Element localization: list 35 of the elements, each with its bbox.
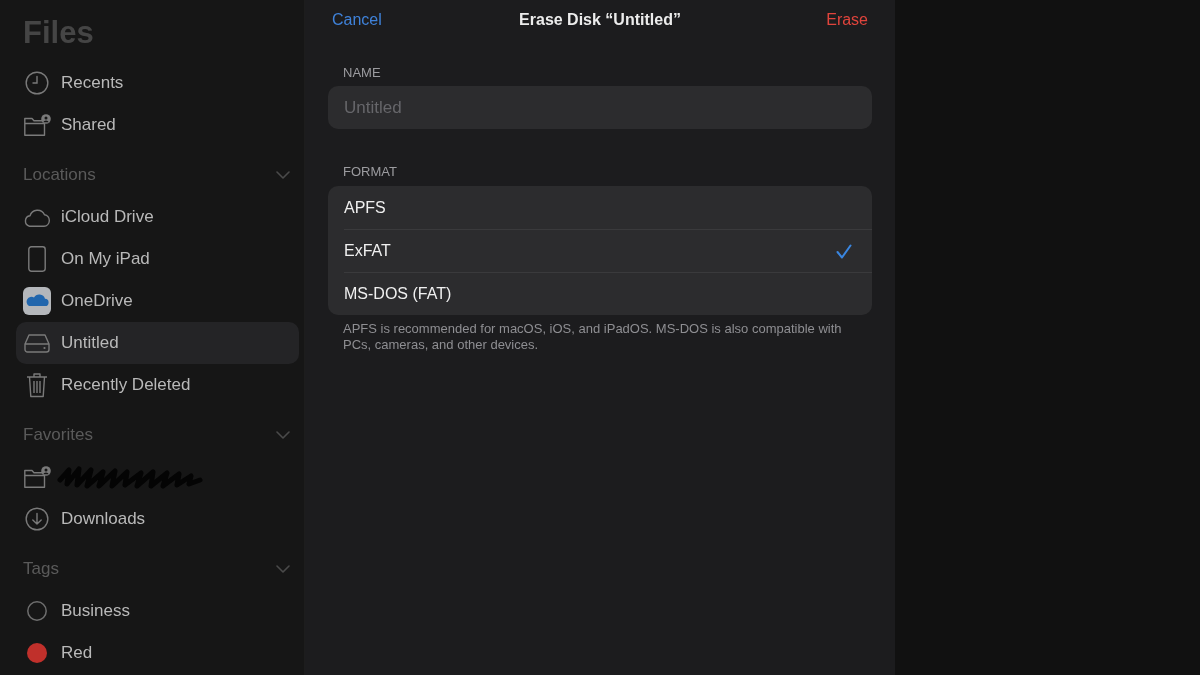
download-icon — [25, 507, 49, 531]
sidebar-item[interactable]: Downloads — [16, 498, 299, 540]
sidebar-item[interactable]: iCloud Drive — [16, 196, 299, 238]
clock-icon — [25, 71, 49, 95]
chevron-down-icon[interactable] — [276, 171, 290, 179]
section-label: NAME — [342, 65, 381, 80]
sidebar-item[interactable]: Red — [16, 632, 299, 674]
cloud-icon — [23, 207, 51, 227]
shared-folder-icon — [23, 114, 51, 136]
drive-icon — [24, 333, 50, 353]
trash-icon — [26, 372, 48, 398]
section-header: Locations — [23, 165, 96, 185]
chevron-down-icon[interactable] — [276, 431, 290, 439]
section-header: Favorites — [23, 425, 93, 445]
format-option[interactable]: APFS — [344, 186, 872, 229]
section-header: Tags — [23, 559, 59, 579]
sidebar-item[interactable]: On My iPad — [16, 238, 299, 280]
tablet-icon — [28, 246, 46, 272]
sidebar-item[interactable]: Business — [16, 590, 299, 632]
chevron-down-icon[interactable] — [276, 565, 290, 573]
sidebar-item[interactable]: Untitled — [16, 322, 299, 364]
sidebar-item[interactable]: Recents — [16, 62, 299, 104]
section-label: FORMAT — [342, 164, 397, 179]
sidebar-item[interactable]: Recently Deleted — [16, 364, 299, 406]
format-description: APFS is recommended for macOS, iOS, and iPadOS. MS-DOS is also compatible with PCs, cameras, and other devices. — [342, 321, 843, 353]
erase-button[interactable]: Erase — [826, 10, 868, 30]
shared-folder-icon — [23, 466, 51, 488]
format-option[interactable]: MS-DOS (FAT) — [344, 272, 872, 315]
sidebar-item[interactable]: Shared — [16, 104, 299, 146]
cloud-app-icon — [23, 287, 51, 315]
sidebar-item[interactable]: OneDrive — [16, 280, 299, 322]
name-field[interactable]: Untitled — [328, 86, 872, 129]
dialog-title: Erase Disk “Untitled” — [519, 10, 681, 30]
format-option[interactable]: ExFAT — [344, 229, 872, 272]
cancel-button[interactable]: Cancel — [332, 10, 382, 30]
